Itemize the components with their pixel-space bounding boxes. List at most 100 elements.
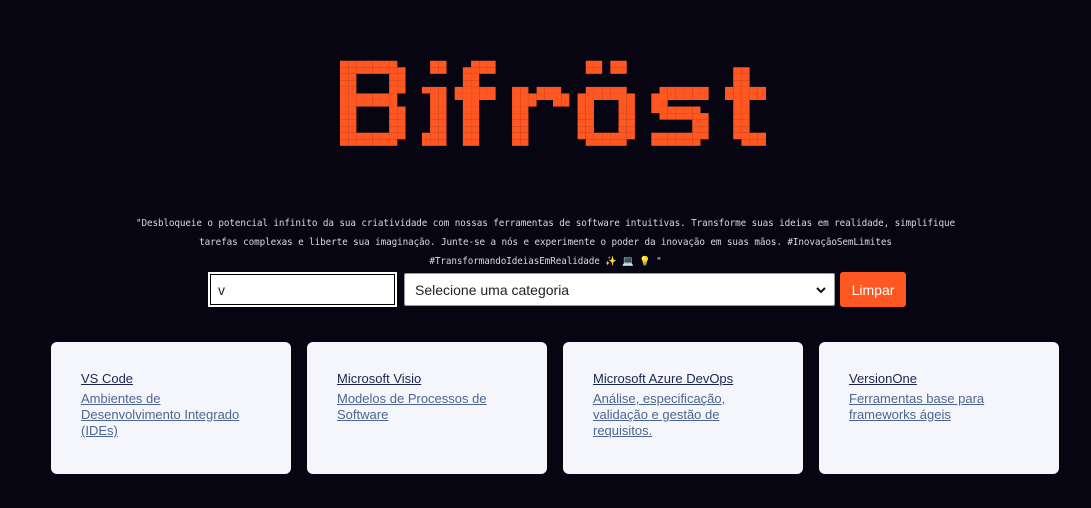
logo-pixel [389, 139, 398, 146]
logo-pixel [520, 119, 529, 127]
logo-pixel [626, 126, 635, 133]
logo-pixel [675, 113, 685, 120]
logo-pixel [651, 139, 660, 146]
logo-pixel [438, 119, 447, 127]
clear-button[interactable]: Limpar [840, 272, 906, 307]
logo-pixel [430, 86, 439, 94]
logo-pixel [749, 139, 758, 146]
logo-pixel [438, 132, 447, 140]
logo-pixel [585, 132, 594, 140]
tool-card[interactable]: Microsoft Visio Modelos de Processos de … [307, 342, 547, 474]
logo-pixel [397, 126, 406, 133]
category-select[interactable]: Selecione uma categoria [404, 273, 835, 306]
logo-pixel [364, 93, 373, 100]
logo-pixel [610, 93, 619, 100]
logo-pixel [692, 113, 701, 120]
logo-pixel [512, 139, 521, 146]
card-title-link[interactable]: VersionOne [849, 371, 1031, 386]
logo-pixel [512, 119, 521, 127]
logo-pixel [462, 73, 472, 81]
logo-pixel [593, 60, 603, 68]
logo-pixel [372, 100, 381, 107]
logo-pixel [380, 93, 390, 100]
logo-pixel [389, 80, 398, 87]
logo-pixel [618, 86, 627, 94]
logo-pixel [471, 73, 480, 81]
logo-pixel [577, 119, 586, 127]
logo-pixel [389, 86, 398, 94]
logo-pixel [438, 139, 447, 146]
logo-pixel [593, 93, 603, 100]
logo-pixel [389, 106, 398, 114]
logo-pixel [659, 113, 668, 120]
logo-pixel [667, 86, 676, 94]
logo-pixel [380, 132, 390, 140]
logo-pixel [380, 60, 390, 68]
logo-pixel [741, 132, 750, 140]
logo-pixel [438, 60, 447, 68]
logo-pixel [479, 93, 488, 100]
logo-pixel [340, 73, 349, 81]
logo-pixel [593, 67, 603, 74]
logo-pixel [602, 86, 611, 94]
tool-card-list: VS Code Ambientes de Desenvolvimento Int… [51, 342, 1059, 474]
logo-pixel [421, 139, 431, 146]
logo-pixel [733, 100, 742, 107]
logo-pixel [610, 132, 619, 140]
logo-pixel [618, 60, 627, 68]
logo-pixel [659, 100, 668, 107]
logo-pixel [684, 132, 693, 140]
logo-pixel [741, 126, 750, 133]
logo-pixel [430, 119, 439, 127]
logo-pixel [340, 106, 349, 114]
logo-pixel [372, 93, 381, 100]
logo-pixel [438, 86, 447, 94]
logo-pixel [512, 106, 521, 114]
logo-pixel [520, 126, 529, 133]
card-title-link[interactable]: Microsoft Azure DevOps [593, 371, 775, 386]
card-title-link[interactable]: VS Code [81, 371, 263, 386]
logo-pixel [356, 67, 365, 74]
logo-pixel [487, 86, 496, 94]
logo-pixel [340, 139, 349, 146]
card-description-link[interactable]: Ferramentas base para frameworks ágeis [849, 391, 1031, 423]
logo-pixel [700, 86, 709, 94]
tool-card[interactable]: VersionOne Ferramentas base para framewo… [819, 342, 1059, 474]
logo-pixel [667, 106, 676, 114]
logo-pixel [585, 126, 594, 133]
logo-pixel [340, 67, 349, 74]
logo-pixel [389, 73, 398, 81]
card-title-link[interactable]: Microsoft Visio [337, 371, 519, 386]
logo-pixel [487, 93, 496, 100]
logo-pixel [618, 119, 627, 127]
logo-pixel [438, 113, 447, 120]
logo-pixel [700, 132, 709, 140]
tool-card[interactable]: VS Code Ambientes de Desenvolvimento Int… [51, 342, 291, 474]
logo-pixel [585, 93, 594, 100]
logo-pixel [454, 93, 463, 100]
tool-card[interactable]: Microsoft Azure DevOps Análise, especifi… [563, 342, 803, 474]
logo-pixel [741, 100, 750, 107]
logo-pixel [659, 132, 668, 140]
search-input[interactable] [208, 272, 397, 307]
logo-pixel [757, 139, 766, 146]
logo-pixel [700, 119, 709, 127]
logo-pixel [577, 113, 586, 120]
card-description-link[interactable]: Ambientes de Desenvolvimento Integrado (… [81, 391, 263, 439]
logo-pixel [700, 113, 709, 120]
logo-pixel [462, 106, 472, 114]
logo-pixel [340, 100, 349, 107]
logo-pixel [585, 113, 594, 120]
logo-pixel [651, 100, 660, 107]
logo-pixel [626, 106, 635, 114]
logo-pixel [372, 139, 381, 146]
filter-controls: Selecione uma categoria Limpar [208, 272, 906, 307]
logo-pixel [585, 86, 594, 94]
card-description-link[interactable]: Análise, especificação, validação e gest… [593, 391, 775, 439]
logo-pixel [626, 132, 635, 140]
logo-pixel [348, 93, 357, 100]
logo-pixel [593, 139, 603, 146]
logo-pixel [692, 93, 701, 100]
logo-pixel [536, 93, 545, 100]
card-description-link[interactable]: Modelos de Processos de Software [337, 391, 519, 423]
